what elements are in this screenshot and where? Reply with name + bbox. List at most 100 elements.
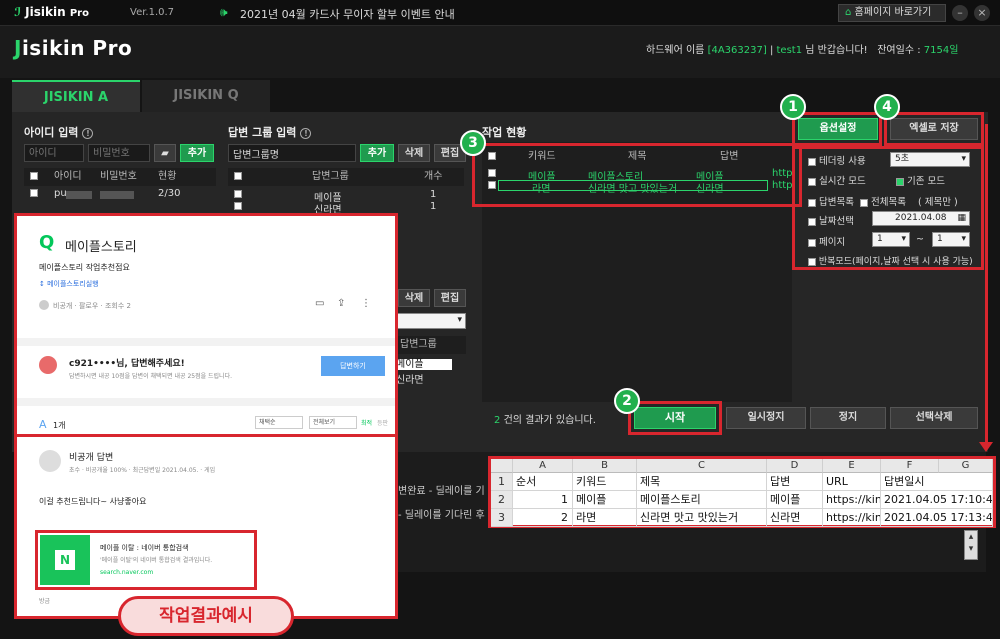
masked-id (66, 191, 92, 199)
page-option[interactable]: 페이지 (808, 234, 845, 248)
row-group-count: 1 (430, 189, 437, 200)
id-input[interactable] (24, 144, 84, 162)
lower-delete-button[interactable]: 삭제 (398, 289, 430, 307)
pause-button[interactable]: 일시정지 (726, 407, 806, 429)
stop-button[interactable]: 정지 (810, 407, 886, 429)
tab-jisikin-q[interactable]: JISIKIN Q (142, 80, 270, 112)
result-count: 2 (494, 415, 501, 426)
answer-list-option[interactable]: 답변목록 (808, 194, 854, 208)
result-text: 건의 결과가 있습니다. (503, 415, 596, 426)
page-label: 페이지 (819, 237, 846, 248)
start-button[interactable]: 시작 (634, 407, 716, 429)
answer-select-all-checkbox[interactable] (234, 172, 242, 180)
close-button[interactable]: × (974, 5, 990, 21)
comment-icon[interactable]: ▭ (315, 298, 324, 309)
table-row[interactable]: 메이플 1 (228, 189, 464, 204)
question-meta: 비공개 · 팔로우 · 조회수 2 (53, 302, 131, 310)
folder-button[interactable]: ▰ (154, 144, 176, 162)
work-select-all-checkbox[interactable] (488, 152, 496, 160)
masked-password (100, 191, 134, 199)
basic-mode-checkbox[interactable] (896, 177, 904, 186)
promo-avatar (39, 356, 57, 374)
answer-section-border (17, 434, 395, 437)
homepage-button[interactable]: ⌂ 홈페이지 바로가기 (838, 4, 946, 22)
delete-selected-button[interactable]: 선택삭제 (890, 407, 978, 429)
sort-best[interactable]: 최적 (361, 418, 372, 427)
excel-row-number: 1 (491, 473, 513, 491)
page-checkbox[interactable] (808, 238, 816, 247)
info-icon[interactable]: ! (300, 127, 312, 139)
id-add-button[interactable]: 추가 (180, 144, 214, 162)
list-item[interactable]: 메이플 (396, 359, 452, 370)
link-preview[interactable]: N 메이플 이탈 : 네이버 통합검색 '메이플 이탈'의 네이버 통합검색 결… (35, 530, 257, 590)
realtime-mode-option[interactable]: 실시간 모드 (808, 173, 866, 187)
sort-level[interactable]: 등판 (377, 418, 388, 427)
repeat-mode-checkbox[interactable] (808, 257, 816, 266)
repeat-mode-option[interactable]: 반복모드(페이지,날짜 선택 시 사용 가능) (808, 254, 973, 267)
tethering-checkbox[interactable] (808, 157, 816, 166)
realtime-checkbox[interactable] (808, 177, 816, 186)
sort-select[interactable]: 채택순 (255, 416, 303, 429)
table-row[interactable]: 메이플 메이플스토리 메이플 http: (484, 168, 796, 183)
tethering-option[interactable]: 테더링 사용 (808, 153, 866, 167)
notice-text[interactable]: 2021년 04월 카드사 무이자 할부 이벤트 안내 (240, 6, 455, 22)
tethering-delay-select[interactable]: 5초 ▾ (890, 152, 970, 167)
excel-col-letter: F (881, 459, 939, 473)
minimize-button[interactable]: – (952, 5, 968, 21)
row-checkbox[interactable] (30, 189, 38, 197)
more-icon[interactable]: ⋮ (361, 298, 371, 309)
view-select[interactable]: 전체보기 (309, 416, 357, 429)
answer-group-delete-button[interactable]: 삭제 (398, 144, 430, 162)
homepage-button-label: 홈페이지 바로가기 (854, 7, 932, 18)
excel-save-button[interactable]: 엑셀로 저장 (890, 118, 978, 140)
date-select-checkbox[interactable] (808, 217, 816, 226)
row-checkbox[interactable] (234, 190, 242, 198)
brand-logo: Jisikin Pro (14, 36, 132, 60)
link-url: search.naver.com (100, 569, 154, 576)
date-select-option[interactable]: 날짜선택 (808, 213, 854, 227)
all-list-checkbox[interactable] (860, 198, 868, 207)
date-picker[interactable]: 2021.04.08 ▦ (872, 211, 970, 226)
row-checkbox[interactable] (234, 202, 242, 210)
user-name: test1 (776, 45, 803, 56)
app-logo: ℐ Jisikin Pro (14, 5, 89, 19)
excel-cell: 1 (513, 491, 573, 509)
answer-group-table-header: 답변그룹 개수 (228, 168, 464, 186)
row-checkbox[interactable] (488, 169, 496, 177)
page-to-select[interactable]: 1 ▾ (932, 232, 970, 247)
lower-edit-button[interactable]: 편집 (434, 289, 466, 307)
excel-col-letter: B (573, 459, 637, 473)
row-answer: 신라면 (696, 184, 724, 195)
list-item[interactable]: 신라면 (396, 371, 452, 386)
password-input[interactable] (88, 144, 150, 162)
question-title: 메이플스토리 (65, 240, 137, 255)
app-suffix: Pro (69, 8, 89, 19)
answer-button[interactable]: 답변하기 (321, 356, 385, 376)
title-only-option[interactable]: ( 제목만 ) (918, 194, 958, 208)
share-icon[interactable]: ⇪ (337, 298, 345, 309)
tab-jisikin-a[interactable]: JISIKIN A (12, 80, 140, 112)
page-from-select[interactable]: 1 ▾ (872, 232, 910, 247)
calendar-icon: ▦ (957, 213, 966, 223)
id-select-all-checkbox[interactable] (30, 172, 38, 180)
info-icon[interactable]: ! (82, 127, 94, 139)
answer-group-input[interactable] (228, 144, 356, 162)
app-name: Jisikin (25, 5, 66, 19)
option-settings-button[interactable]: 옵션설정 (798, 118, 878, 140)
table-row[interactable]: pu 2/30 (24, 188, 216, 204)
lower-group-select[interactable]: ▾ (396, 313, 466, 329)
work-col-answer: 답변 (720, 151, 739, 162)
log-scrollbar[interactable]: ▴ ▾ (964, 530, 978, 560)
row-checkbox[interactable] (488, 181, 496, 189)
all-list-option[interactable]: 전체목록 (860, 194, 906, 208)
excel-header-cell: URL (823, 473, 881, 491)
question-link[interactable]: ↕ 메이플스토리실행 (39, 279, 99, 289)
answer-group-add-button[interactable]: 추가 (360, 144, 394, 162)
answer-col-group: 답변그룹 (312, 171, 349, 182)
table-row[interactable]: 신라면 1 (228, 201, 464, 216)
remaining-label: 잔여일수 : (877, 45, 921, 56)
basic-mode-option[interactable]: 기존 모드 (896, 173, 945, 187)
table-row[interactable]: 라면 신라면 맛고 맛있는거 신라면 http: (484, 180, 796, 195)
remaining-value: 7154일 (923, 45, 959, 56)
answer-list-checkbox[interactable] (808, 198, 816, 207)
